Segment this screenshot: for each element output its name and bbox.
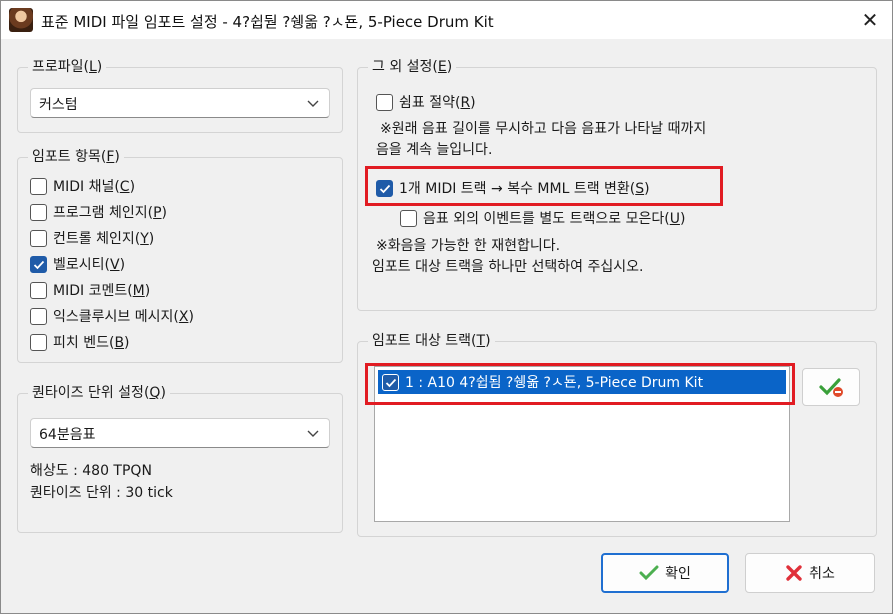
cancel-button-label: 취소 [809,566,835,582]
other-settings-legend: 그 외 설정(E) [368,58,457,76]
import-item-label: MIDI 채널(C) [53,179,136,195]
checkbox-box [30,177,47,195]
import-item-label: 피치 벤드(B) [53,335,130,351]
rest-note-line2: 음을 계속 늘입니다. [376,142,493,158]
check-icon [639,564,659,582]
checkbox-box [30,203,47,221]
profile-legend: 프로파일(L) [28,58,107,76]
chevron-down-icon [307,100,319,107]
toggle-all-tracks-button[interactable] [802,368,860,406]
resolution-text: 해상도 : 480 TPQN [30,463,152,479]
title-bar: 표준 MIDI 파일 임포트 설정 - 4?쉽둳 ?쉥옮 ?ㅅ됸, 5-Piec… [1,1,892,39]
rest-saving-label: 쉼표 절약(R) [399,95,476,111]
chord-note-line2: 임포트 대상 트랙을 하나만 선택하여 주십시오. [372,259,644,275]
import-items-legend: 임포트 항목(F) [28,148,124,166]
import-item-label: 프로그램 체인지(P) [53,205,167,221]
chevron-down-icon [307,430,319,437]
check-icon [33,260,45,269]
import-item-label: 컨트롤 체인지(Y) [53,231,155,247]
import-item-checkbox[interactable]: 피치 벤드(B) [30,332,130,352]
profile-select-value: 커스텀 [39,97,78,113]
checkbox-box [400,209,417,227]
ok-button[interactable]: 확인 [601,553,729,593]
quantize-group: 퀀타이즈 단위 설정(Q) 64분음표 해상도 : 480 TPQN 퀀타이즈 … [17,384,343,533]
collect-events-checkbox[interactable]: 음표 외의 이벤트를 별도 트랙으로 모은다(U) [400,208,685,228]
rest-saving-checkbox[interactable]: 쉼표 절약(R) [376,92,476,112]
checkbox-box [30,333,47,351]
import-items-group: 임포트 항목(F) MIDI 채널(C) 프로그램 체인지(P) 컨트롤 체인지(Y… [17,148,343,363]
import-item-checkbox[interactable]: 익스클루시브 메시지(X) [30,306,194,326]
import-item-label: 익스클루시브 메시지(X) [53,309,194,325]
quantize-select-value: 64분음표 [39,427,96,443]
target-tracks-legend: 임포트 대상 트랙(T) [368,332,495,350]
check-toggle-icon [819,378,843,397]
import-item-label: 벨로시티(V) [53,257,126,273]
import-item-checkbox[interactable]: 프로그램 체인지(P) [30,202,167,222]
checkbox-box [30,307,47,325]
highlight-box-track [365,363,795,405]
close-button[interactable]: ✕ [858,8,882,32]
quantize-legend: 퀀타이즈 단위 설정(Q) [28,384,170,402]
import-settings-dialog: 표준 MIDI 파일 임포트 설정 - 4?쉽둳 ?쉥옮 ?ㅅ됸, 5-Piec… [0,0,893,614]
profile-group: 프로파일(L) 커스텀 [17,58,343,133]
import-item-checkbox[interactable]: 벨로시티(V) [30,254,125,274]
cancel-button[interactable]: 취소 [745,553,875,593]
highlight-box-convert [365,166,723,206]
import-item-checkbox[interactable]: MIDI 채널(C) [30,176,135,196]
collect-events-label: 음표 외의 이벤트를 별도 트랙으로 모은다(U) [423,211,686,227]
ok-button-label: 확인 [665,566,691,582]
checkbox-box [30,255,47,273]
profile-select[interactable]: 커스텀 [30,88,330,118]
checkbox-box [376,93,393,111]
import-item-checkbox[interactable]: 컨트롤 체인지(Y) [30,228,154,248]
chord-note-line1: ※화음을 가능한 한 재현합니다. [376,238,561,254]
checkbox-box [30,229,47,247]
app-icon [9,8,33,32]
window-title: 표준 MIDI 파일 임포트 설정 - 4?쉽둳 ?쉥옮 ?ㅅ됸, 5-Piec… [41,13,494,31]
checkbox-box [30,281,47,299]
rest-note-line1: ※원래 음표 길이를 무시하고 다음 음표가 나타날 때까지 [380,121,707,137]
quantize-unit-text: 퀀타이즈 단위 : 30 tick [30,485,173,501]
quantize-select[interactable]: 64분음표 [30,418,330,448]
import-item-checkbox[interactable]: MIDI 코멘트(M) [30,280,150,300]
close-icon [785,564,803,582]
import-item-label: MIDI 코멘트(M) [53,283,151,299]
